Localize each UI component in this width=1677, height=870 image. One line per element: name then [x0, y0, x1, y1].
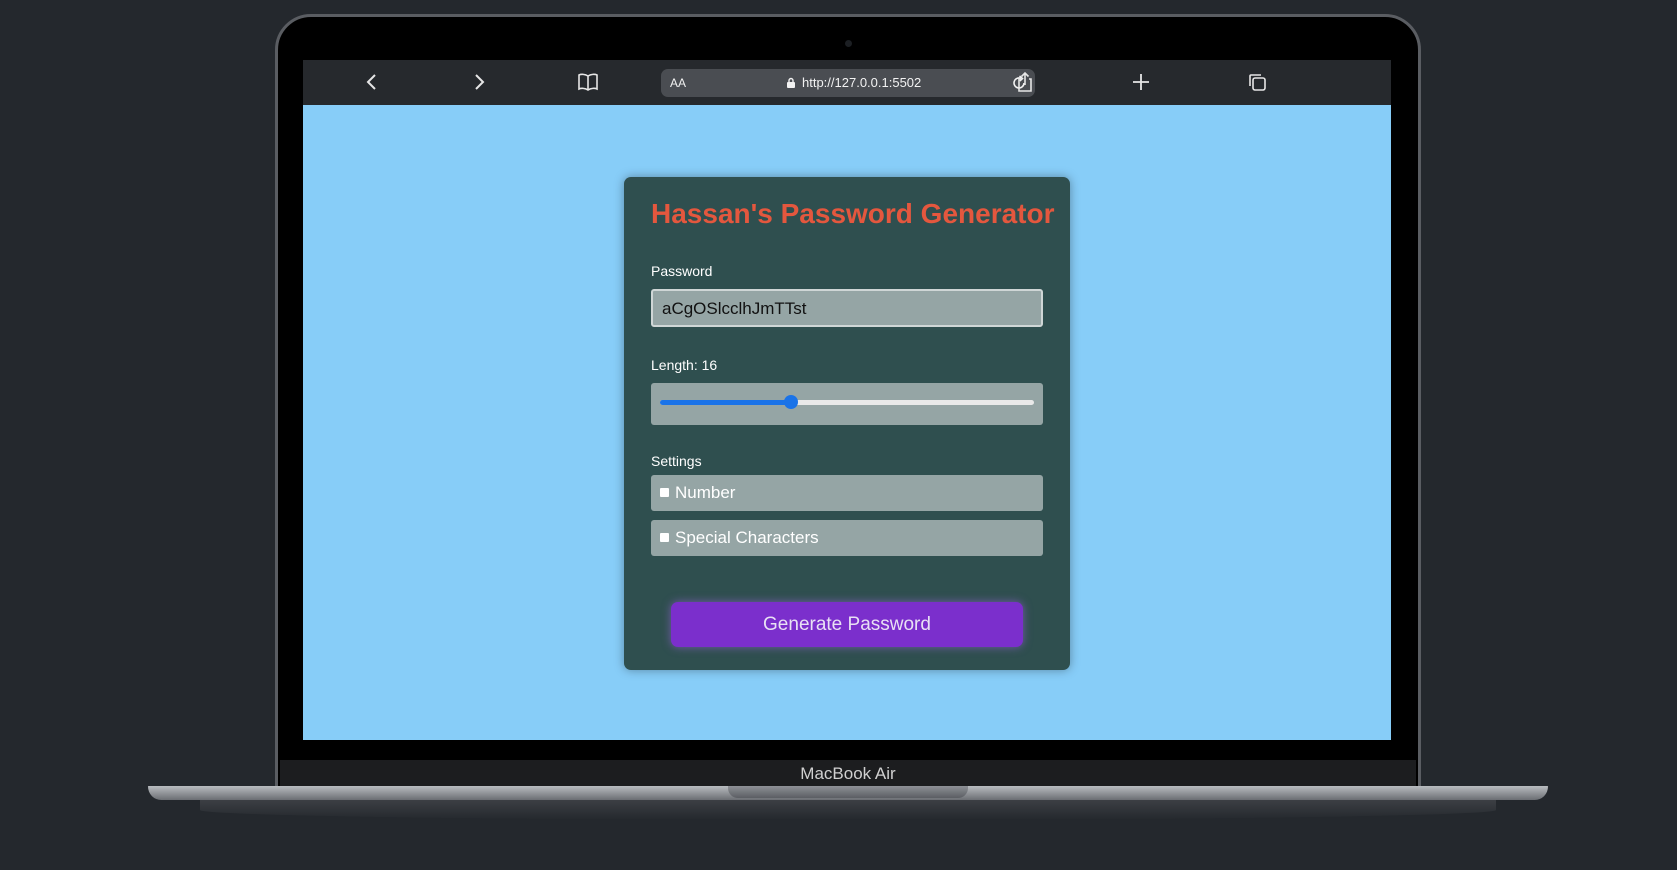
lock-icon — [787, 77, 795, 88]
browser-toolbar: AA http://127.0.0.1:5502 — [303, 60, 1391, 105]
share-icon[interactable] — [1011, 68, 1039, 96]
laptop-base-shadow — [200, 800, 1496, 820]
address-bar[interactable]: AA http://127.0.0.1:5502 — [661, 69, 1035, 97]
settings-label: Settings — [651, 453, 702, 469]
tabs-icon[interactable] — [1243, 68, 1271, 96]
length-slider-track[interactable] — [660, 400, 1034, 405]
laptop-notch — [728, 786, 968, 798]
option-special-characters[interactable]: Special Characters — [651, 520, 1043, 556]
book-icon[interactable] — [574, 68, 602, 96]
length-label: Length: 16 — [651, 357, 718, 373]
password-label: Password — [651, 263, 713, 279]
option-number[interactable]: Number — [651, 475, 1043, 511]
text-size-button[interactable]: AA — [670, 76, 686, 90]
number-checkbox[interactable] — [660, 488, 669, 497]
length-slider-container — [651, 383, 1043, 425]
length-slider-fill — [660, 400, 791, 405]
option-label: Special Characters — [675, 528, 819, 547]
chevron-left-icon[interactable] — [358, 68, 386, 96]
browser-screen: AA http://127.0.0.1:5502 Hassan's Passwo… — [303, 60, 1391, 740]
model-label: MacBook Air — [800, 764, 896, 783]
chevron-right-icon[interactable] — [465, 68, 493, 96]
password-field[interactable]: aCgOSlcclhJmTTst — [651, 289, 1043, 327]
page-title: Hassan's Password Generator — [651, 198, 1055, 229]
bottom-bezel: MacBook Air — [280, 760, 1416, 786]
option-label: Number — [675, 483, 736, 502]
special-characters-checkbox[interactable] — [660, 533, 669, 542]
url-text: http://127.0.0.1:5502 — [802, 75, 922, 90]
camera-icon — [845, 40, 852, 47]
generate-password-button[interactable]: Generate Password — [671, 602, 1023, 647]
length-slider-thumb[interactable] — [783, 395, 798, 409]
plus-icon[interactable] — [1127, 68, 1155, 96]
password-generator-card: Hassan's Password Generator Password aCg… — [624, 177, 1070, 670]
